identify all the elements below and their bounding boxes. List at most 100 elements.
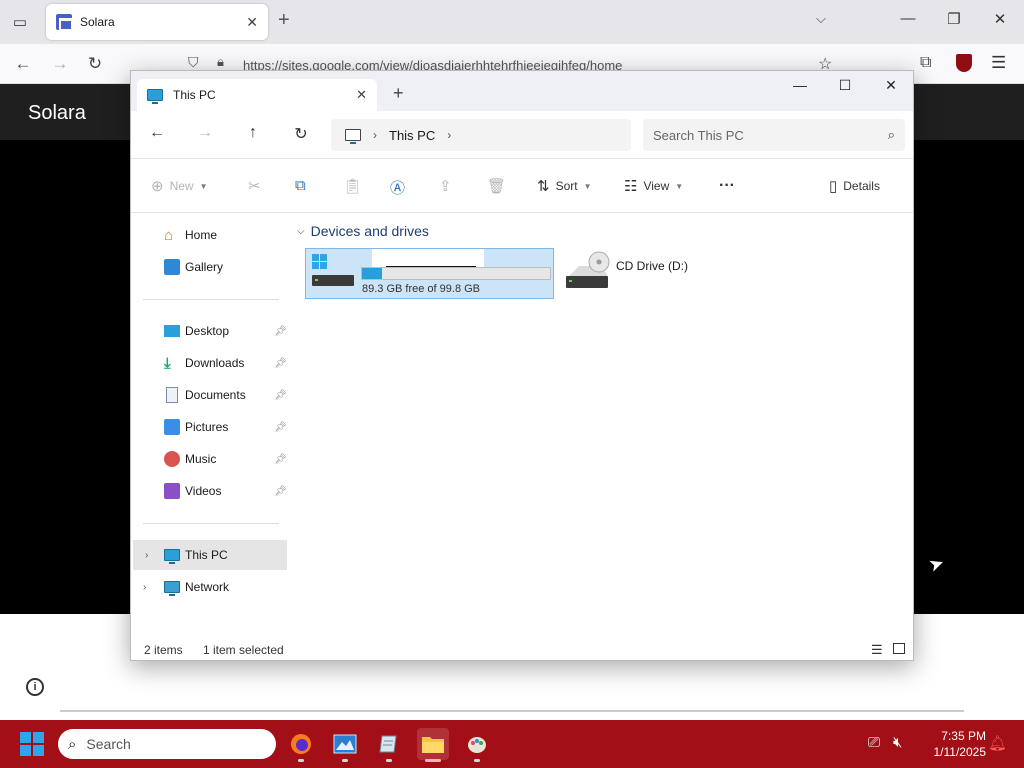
extensions-icon[interactable]: ⧉: [920, 54, 931, 72]
info-icon[interactable]: i: [26, 678, 44, 696]
taskbar-clock[interactable]: 7:35 PM 1/11/2025: [916, 728, 987, 760]
pin-icon[interactable]: 📌︎: [274, 454, 287, 465]
sidebar-item-network[interactable]: › Network: [131, 572, 291, 602]
more-options-button[interactable]: ···: [719, 177, 735, 195]
details-button[interactable]: ▯ Details: [829, 177, 880, 195]
close-tab-icon[interactable]: ✕: [246, 14, 258, 31]
sidebar-item-gallery[interactable]: Gallery: [131, 252, 291, 282]
tracking-shield-icon[interactable]: ⛉: [188, 54, 199, 71]
breadcrumb[interactable]: › This PC ›: [331, 119, 631, 151]
search-icon: ⌕: [887, 127, 895, 142]
large-icons-view-icon[interactable]: [893, 643, 905, 654]
sidebar-item-videos[interactable]: Videos 📌︎: [131, 476, 291, 506]
pin-icon[interactable]: 📌︎: [274, 486, 287, 497]
paste-button[interactable]: 📋︎: [343, 177, 362, 195]
sidebar-item-desktop[interactable]: Desktop 📌︎: [131, 316, 291, 346]
sort-button[interactable]: ⇅ Sort ▼: [537, 177, 592, 195]
pin-icon[interactable]: 📌︎: [274, 326, 287, 337]
home-icon: ⌂: [164, 227, 174, 244]
clipboard-icon: 📋︎: [343, 178, 363, 195]
explorer-new-tab-button[interactable]: +: [393, 83, 404, 104]
delete-button[interactable]: 🗑︎: [487, 177, 506, 195]
view-button[interactable]: ☷ View ▼: [624, 177, 683, 195]
pin-icon[interactable]: 📌︎: [274, 422, 287, 433]
browser-restore-button[interactable]: ❐: [944, 10, 964, 28]
explorer-back-icon[interactable]: ←: [147, 124, 167, 142]
hamburger-menu-icon[interactable]: ☰: [991, 53, 1006, 73]
tab-list-icon[interactable]: ▭: [8, 10, 32, 34]
site-title[interactable]: Solara: [28, 102, 86, 125]
browser-tab-title: Solara: [80, 15, 115, 29]
drive-c-label-redacted: [372, 249, 484, 267]
explorer-close-button[interactable]: ✕: [881, 77, 901, 94]
sidebar-item-pictures[interactable]: Pictures 📌︎: [131, 412, 291, 442]
paint-taskbar-icon[interactable]: [461, 728, 493, 762]
close-explorer-tab-icon[interactable]: ✕: [356, 87, 367, 103]
sidebar-item-documents[interactable]: Documents 📌︎: [131, 380, 291, 410]
notepad-taskbar-icon[interactable]: [373, 728, 405, 762]
explorer-refresh-icon[interactable]: ↻: [291, 124, 311, 144]
trash-icon: 🗑︎: [487, 178, 507, 195]
reload-icon[interactable]: ↻: [84, 53, 106, 75]
new-button[interactable]: ⊕ New ▼: [151, 177, 208, 195]
sidebar-item-label: Videos: [185, 484, 222, 498]
notification-bell-icon[interactable]: 🔔︎: [988, 734, 1007, 752]
chevron-right-icon[interactable]: ›: [373, 128, 377, 142]
explorer-search-input[interactable]: Search This PC ⌕: [643, 119, 905, 151]
sidebar-item-music[interactable]: Music 📌︎: [131, 444, 291, 474]
rename-button[interactable]: Ⓐ: [390, 177, 405, 198]
sidebar-item-label: Desktop: [185, 324, 230, 338]
chevron-right-icon[interactable]: ›: [145, 550, 148, 561]
start-windows-icon[interactable]: [20, 732, 44, 756]
drive-d-tile[interactable]: CD Drive (D:): [563, 248, 763, 299]
new-tab-button[interactable]: +: [278, 9, 290, 32]
chevron-down-icon: ⌵: [297, 225, 305, 237]
browser-minimize-button[interactable]: —: [898, 10, 918, 27]
lock-icon[interactable]: 🔒︎: [217, 54, 224, 70]
chevron-right-icon[interactable]: ›: [143, 582, 146, 593]
pin-icon[interactable]: 📌︎: [274, 358, 287, 369]
explorer-minimize-button[interactable]: —: [790, 77, 810, 93]
explorer-address-bar: ← → ↑ ↻ › This PC › Search This PC ⌕: [131, 111, 913, 159]
sidebar-divider: [143, 523, 279, 524]
drive-c-free-space: 89.3 GB free of 99.8 GB: [362, 283, 481, 295]
browser-tab-solara[interactable]: Solara ✕: [46, 4, 268, 40]
details-view-icon[interactable]: ☰: [871, 642, 883, 658]
explorer-maximize-button[interactable]: ☐: [835, 77, 855, 94]
gallery-icon: [164, 259, 180, 275]
image-app-taskbar-icon[interactable]: [329, 728, 361, 762]
item-count: 2 items: [144, 643, 183, 657]
pin-icon[interactable]: 📌︎: [274, 390, 287, 401]
file-explorer-taskbar-icon[interactable]: [417, 728, 449, 762]
chevron-down-icon: ▼: [199, 181, 208, 191]
back-icon[interactable]: ←: [12, 53, 34, 75]
breadcrumb-this-pc[interactable]: This PC: [389, 128, 435, 143]
browser-close-button[interactable]: ✕: [990, 10, 1010, 28]
forward-icon[interactable]: →: [49, 53, 71, 75]
network-tray-icon[interactable]: ⎚: [868, 734, 880, 751]
sidebar-item-this-pc[interactable]: › This PC: [133, 540, 287, 570]
explorer-forward-icon[interactable]: →: [195, 124, 215, 142]
sort-label: Sort: [555, 179, 578, 193]
view-list-icon: ☷: [624, 178, 638, 195]
drive-c-tile[interactable]: 89.3 GB free of 99.8 GB: [305, 248, 554, 299]
cut-button[interactable]: ✂: [248, 177, 261, 195]
share-button[interactable]: ⇪: [439, 177, 452, 195]
ublock-origin-icon[interactable]: [956, 54, 972, 72]
sidebar-item-home[interactable]: ⌂ Home: [131, 220, 291, 250]
sidebar-item-label: Downloads: [185, 356, 245, 370]
desktop-icon: [164, 325, 180, 337]
group-header-devices[interactable]: ⌵ Devices and drives: [297, 223, 429, 239]
list-all-tabs-icon[interactable]: ⌵: [816, 11, 826, 27]
sidebar-item-downloads[interactable]: ⤓ Downloads 📌︎: [131, 348, 291, 378]
firefox-taskbar-icon[interactable]: [285, 728, 317, 762]
explorer-up-icon[interactable]: ↑: [243, 124, 263, 142]
copy-button[interactable]: ⧉: [295, 177, 306, 194]
explorer-tab-this-pc[interactable]: This PC ✕: [137, 79, 377, 111]
chevron-right-icon[interactable]: ›: [447, 128, 451, 142]
document-icon: [166, 387, 178, 403]
taskbar-search-input[interactable]: ⌕ Search: [58, 729, 276, 759]
network-icon: [164, 581, 180, 596]
taskbar: ⌕ Search ⎚ 🔇︎ 7:35 PM 1/11/2025 🔔︎: [0, 720, 1024, 768]
volume-muted-icon[interactable]: 🔇︎: [893, 734, 902, 751]
